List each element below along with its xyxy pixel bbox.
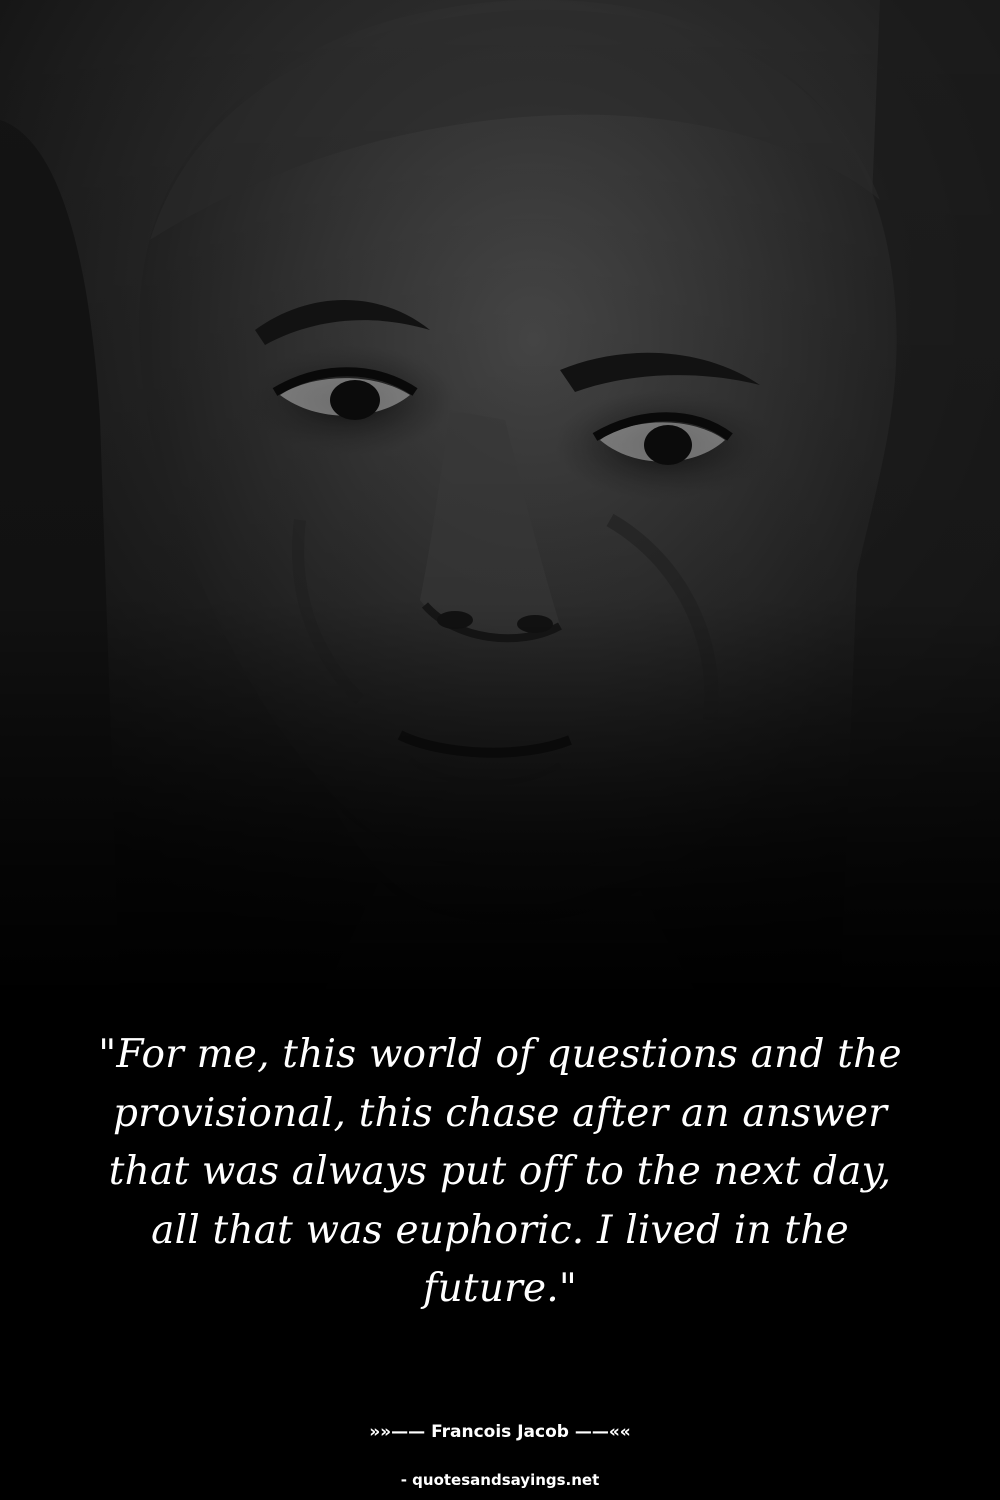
quote-line: future." <box>422 1266 577 1311</box>
portrait-photo <box>0 0 1000 1000</box>
source-watermark: - quotesandsayings.net <box>400 1471 600 1489</box>
quote-line: "For me, this world of questions and the <box>98 1032 902 1077</box>
author-attribution: »»—— Francois Jacob ——«« <box>369 1422 631 1442</box>
quote-line: that was always put off to the next day, <box>108 1149 892 1194</box>
quote-block: "For me, this world of questions and the… <box>40 1026 960 1319</box>
quote-line: provisional, this chase after an answer <box>112 1090 888 1136</box>
quote-text: "For me, this world of questions and the… <box>40 1026 960 1319</box>
quote-poster: "For me, this world of questions and the… <box>0 0 1000 1500</box>
quote-line: all that was euphoric. I lived in the <box>151 1207 849 1253</box>
